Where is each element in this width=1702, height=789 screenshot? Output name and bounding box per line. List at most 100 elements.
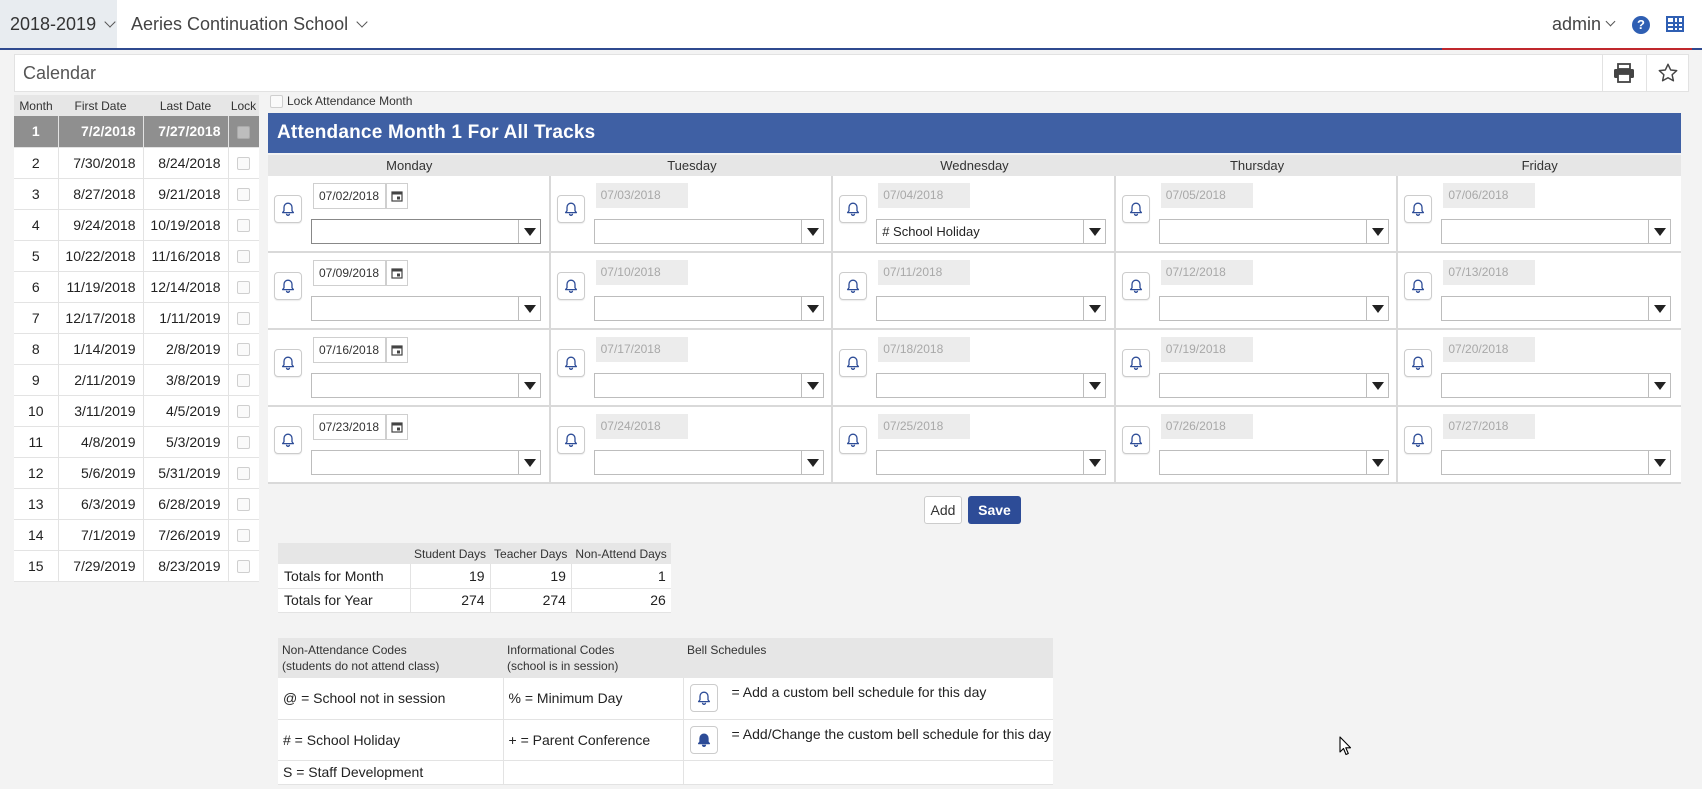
month-row[interactable]: 10 3/11/2019 4/5/2019: [14, 395, 259, 427]
attendance-code-select[interactable]: [311, 219, 541, 244]
month-row[interactable]: 4 9/24/2018 10/19/2018: [14, 209, 259, 241]
date-input[interactable]: 07/23/2018: [313, 414, 386, 440]
attendance-code-select[interactable]: [593, 450, 824, 475]
month-row[interactable]: 11 4/8/2019 5/3/2019: [14, 426, 259, 458]
bell-schedule-button[interactable]: [839, 195, 868, 223]
bell-schedule-button[interactable]: [1404, 195, 1433, 223]
month-row[interactable]: 15 7/29/2019 8/23/2019: [14, 550, 259, 582]
calendar-picker-button[interactable]: [386, 260, 408, 286]
date-input[interactable]: 07/16/2018: [313, 337, 386, 363]
date-input[interactable]: 07/02/2018: [313, 183, 386, 209]
lock-checkbox[interactable]: [237, 188, 251, 202]
dropdown-arrow-icon[interactable]: [1648, 220, 1670, 243]
bell-schedule-button[interactable]: [839, 349, 868, 377]
lock-attendance-checkbox[interactable]: [270, 94, 283, 108]
calendar-picker-button[interactable]: [386, 183, 408, 209]
month-row[interactable]: 9 2/11/2019 3/8/2019: [14, 364, 259, 396]
dropdown-arrow-icon[interactable]: [800, 220, 823, 243]
lock-checkbox[interactable]: [237, 312, 251, 326]
lock-checkbox[interactable]: [237, 405, 251, 419]
lock-checkbox[interactable]: [237, 157, 251, 171]
bell-schedule-button[interactable]: [556, 195, 585, 223]
help-icon[interactable]: ?: [1632, 16, 1650, 34]
month-row[interactable]: 8 1/14/2019 2/8/2019: [14, 333, 259, 365]
attendance-code-select[interactable]: [311, 450, 541, 475]
lock-checkbox[interactable]: [237, 374, 251, 388]
bell-schedule-button[interactable]: [1121, 426, 1150, 454]
dropdown-arrow-icon[interactable]: [1365, 451, 1388, 474]
month-row[interactable]: 1 7/2/2018 7/27/2018: [14, 116, 259, 148]
attendance-code-select[interactable]: [1158, 219, 1389, 244]
attendance-code-select[interactable]: [1441, 373, 1672, 398]
dropdown-arrow-icon[interactable]: [1648, 297, 1670, 320]
attendance-code-select[interactable]: [876, 296, 1107, 321]
lock-checkbox[interactable]: [237, 467, 251, 481]
bell-schedule-button[interactable]: [1121, 349, 1150, 377]
month-row[interactable]: 5 10/22/2018 11/16/2018: [14, 240, 259, 272]
dropdown-arrow-icon[interactable]: [1083, 374, 1105, 397]
month-row[interactable]: 12 5/6/2019 5/31/2019: [14, 457, 259, 489]
dropdown-arrow-icon[interactable]: [1648, 451, 1670, 474]
dropdown-arrow-icon[interactable]: [518, 451, 540, 474]
dropdown-arrow-icon[interactable]: [1365, 374, 1388, 397]
bell-schedule-button[interactable]: [1404, 272, 1433, 300]
bell-schedule-button[interactable]: [274, 272, 302, 300]
attendance-code-select[interactable]: [593, 373, 824, 398]
attendance-code-select[interactable]: [1158, 450, 1389, 475]
favorite-button[interactable]: [1646, 55, 1688, 91]
month-row[interactable]: 7 12/17/2018 1/11/2019: [14, 302, 259, 334]
attendance-code-select[interactable]: [1441, 450, 1672, 475]
dropdown-arrow-icon[interactable]: [518, 297, 540, 320]
user-menu[interactable]: admin: [1552, 0, 1616, 48]
lock-checkbox[interactable]: [237, 219, 251, 233]
school-selector[interactable]: Aeries Continuation School: [131, 0, 368, 48]
bell-schedule-button[interactable]: [1404, 349, 1433, 377]
dropdown-arrow-icon[interactable]: [800, 374, 823, 397]
attendance-code-select[interactable]: [1158, 373, 1389, 398]
dropdown-arrow-icon[interactable]: [800, 297, 823, 320]
bell-schedule-button[interactable]: [274, 349, 302, 377]
lock-attendance-row[interactable]: Lock Attendance Month: [270, 94, 412, 108]
calendar-picker-button[interactable]: [386, 414, 408, 440]
bell-schedule-button[interactable]: [839, 272, 868, 300]
lock-checkbox[interactable]: [237, 281, 251, 295]
attendance-code-select[interactable]: # School Holiday: [876, 219, 1107, 244]
lock-checkbox[interactable]: [237, 436, 251, 450]
dropdown-arrow-icon[interactable]: [518, 374, 540, 397]
attendance-code-select[interactable]: [593, 219, 824, 244]
print-button[interactable]: [1602, 55, 1644, 91]
bell-schedule-button[interactable]: [1121, 195, 1150, 223]
lock-checkbox[interactable]: [237, 498, 251, 512]
attendance-code-select[interactable]: [311, 296, 541, 321]
bell-schedule-button[interactable]: [556, 349, 585, 377]
calendar-picker-button[interactable]: [386, 337, 408, 363]
month-row[interactable]: 6 11/19/2018 12/14/2018: [14, 271, 259, 303]
date-input[interactable]: 07/09/2018: [313, 260, 386, 286]
month-row[interactable]: 3 8/27/2018 9/21/2018: [14, 178, 259, 210]
attendance-code-select[interactable]: [876, 450, 1107, 475]
grid-icon[interactable]: [1666, 16, 1684, 32]
month-row[interactable]: 2 7/30/2018 8/24/2018: [14, 147, 259, 179]
dropdown-arrow-icon[interactable]: [518, 220, 540, 243]
lock-checkbox[interactable]: [237, 126, 251, 140]
dropdown-arrow-icon[interactable]: [1648, 374, 1670, 397]
month-row[interactable]: 13 6/3/2019 6/28/2019: [14, 488, 259, 520]
lock-checkbox[interactable]: [237, 560, 251, 574]
bell-schedule-button[interactable]: [274, 426, 302, 454]
bell-schedule-button[interactable]: [274, 195, 302, 223]
attendance-code-select[interactable]: [876, 373, 1107, 398]
attendance-code-select[interactable]: [1158, 296, 1389, 321]
bell-schedule-button[interactable]: [556, 426, 585, 454]
dropdown-arrow-icon[interactable]: [1083, 220, 1105, 243]
add-button[interactable]: Add: [924, 496, 962, 524]
lock-checkbox[interactable]: [237, 343, 251, 357]
attendance-code-select[interactable]: [1441, 296, 1672, 321]
bell-schedule-button[interactable]: [839, 426, 868, 454]
dropdown-arrow-icon[interactable]: [1365, 220, 1388, 243]
dropdown-arrow-icon[interactable]: [1083, 297, 1105, 320]
attendance-code-select[interactable]: [1441, 219, 1672, 244]
attendance-code-select[interactable]: [593, 296, 824, 321]
lock-checkbox[interactable]: [237, 529, 251, 543]
dropdown-arrow-icon[interactable]: [1365, 297, 1388, 320]
bell-schedule-button[interactable]: [1121, 272, 1150, 300]
